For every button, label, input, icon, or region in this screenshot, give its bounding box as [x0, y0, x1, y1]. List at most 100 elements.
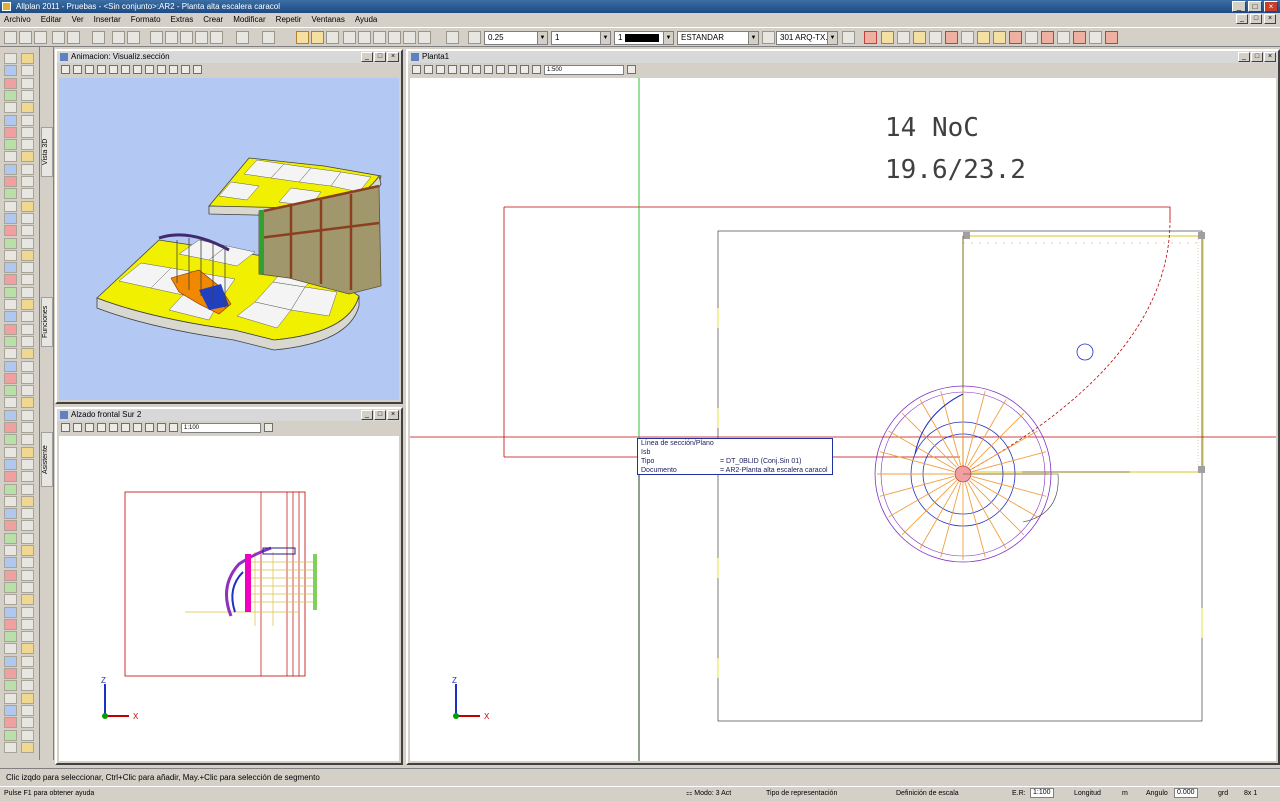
measure-icon[interactable]: [358, 31, 371, 44]
erase-tool-icon[interactable]: [4, 335, 17, 347]
undo-icon[interactable]: [236, 31, 249, 44]
rotate-view-icon[interactable]: [145, 423, 154, 432]
close-button[interactable]: ×: [1264, 1, 1278, 12]
panel-minimize-button[interactable]: _: [1238, 52, 1250, 62]
line-tool-icon[interactable]: [21, 53, 34, 64]
zoom-window-icon[interactable]: [424, 65, 433, 74]
elevation-zoom-select[interactable]: 1:100: [181, 422, 261, 433]
rotate-tool-icon[interactable]: [4, 532, 17, 544]
stair-tool-icon[interactable]: [21, 249, 34, 261]
scale-tool-icon[interactable]: [4, 139, 17, 151]
measure-tool-icon[interactable]: [4, 323, 17, 335]
undo-tool-icon[interactable]: [21, 335, 34, 347]
hatch-tool-icon[interactable]: [21, 151, 34, 163]
column-tool-icon[interactable]: [4, 618, 17, 630]
hatch-tool-icon[interactable]: [21, 557, 34, 569]
area-tool-icon[interactable]: [4, 680, 17, 692]
select-tool-icon[interactable]: [4, 53, 17, 64]
quantity-tool-icon[interactable]: [4, 434, 17, 446]
cut-icon[interactable]: [150, 31, 163, 44]
previous-view-icon[interactable]: [121, 423, 130, 432]
help-tool-icon[interactable]: [21, 446, 34, 458]
previous-view-icon[interactable]: [121, 65, 130, 74]
door-tool-icon[interactable]: [4, 631, 17, 643]
slab-tool-icon[interactable]: [21, 237, 34, 249]
light-tool-icon[interactable]: [21, 372, 34, 384]
plan-viewport[interactable]: 14 NoC 19.6/23.2: [410, 78, 1276, 761]
zoom-all-icon[interactable]: [412, 65, 421, 74]
menu-formato[interactable]: Formato: [131, 15, 161, 24]
status-scale-value[interactable]: 1:100: [1030, 787, 1054, 801]
status-mode[interactable]: ⚏ Modo: 3 Act: [686, 787, 731, 801]
layer-tool-icon[interactable]: [4, 704, 17, 716]
filter-tool-icon[interactable]: [21, 299, 34, 310]
report-tool-icon[interactable]: [21, 422, 34, 433]
fillet-tool-icon[interactable]: [21, 139, 34, 151]
next-view-icon[interactable]: [133, 423, 142, 432]
status-angle-unit[interactable]: grd: [1218, 787, 1228, 801]
view-tool-icon[interactable]: [21, 692, 34, 704]
offset-tool-icon[interactable]: [21, 89, 34, 101]
light-icon[interactable]: [532, 65, 541, 74]
menu-ventanas[interactable]: Ventanas: [311, 15, 344, 24]
text-icon[interactable]: [388, 31, 401, 44]
zoom-out-icon[interactable]: [97, 65, 106, 74]
quantity-icon[interactable]: [1089, 31, 1102, 44]
render-icon[interactable]: [169, 65, 178, 74]
chamfer-tool-icon[interactable]: [4, 557, 17, 569]
stair-icon[interactable]: [977, 31, 990, 44]
label-tool-icon[interactable]: [4, 594, 17, 606]
macro-tool-icon[interactable]: [4, 200, 17, 212]
pattern-tool-icon[interactable]: [21, 569, 34, 581]
beam-tool-icon[interactable]: [21, 618, 34, 630]
help-icon[interactable]: [446, 31, 459, 44]
room-tool-icon[interactable]: [21, 262, 34, 274]
door-tool-icon[interactable]: [4, 225, 17, 237]
settings-tool-icon[interactable]: [4, 446, 17, 458]
circle-tool-icon[interactable]: [4, 77, 17, 89]
room-icon[interactable]: [961, 31, 974, 44]
undo-tool-icon[interactable]: [21, 741, 34, 753]
roof-icon[interactable]: [945, 31, 958, 44]
fillet-tool-icon[interactable]: [21, 545, 34, 556]
print-tool-icon[interactable]: [21, 409, 34, 421]
panel-minimize-button[interactable]: _: [361, 52, 373, 62]
draw-hatch-icon[interactable]: [326, 31, 339, 44]
layer-properties-icon[interactable]: [762, 31, 775, 44]
stair-tool-icon[interactable]: [21, 655, 34, 667]
delete-icon[interactable]: [210, 31, 223, 44]
maximize-button[interactable]: □: [1248, 1, 1262, 12]
window-icon[interactable]: [897, 31, 910, 44]
layer-settings-icon[interactable]: [842, 31, 855, 44]
orbit-tool-icon[interactable]: [21, 360, 34, 372]
circle-tool-icon[interactable]: [4, 483, 17, 495]
beam-tool-icon[interactable]: [21, 212, 34, 224]
save-icon[interactable]: [34, 31, 47, 44]
view-settings-icon[interactable]: [627, 65, 636, 74]
render-tool-icon[interactable]: [4, 372, 17, 384]
measure-tool-icon[interactable]: [4, 729, 17, 741]
material-tool-icon[interactable]: [21, 385, 34, 397]
pan-tool-icon[interactable]: [4, 360, 17, 372]
new-file-icon[interactable]: [4, 31, 17, 44]
view-settings-icon[interactable]: [264, 423, 273, 432]
grid-tool-icon[interactable]: [21, 311, 34, 323]
spline-tool-icon[interactable]: [4, 495, 17, 507]
slab-icon[interactable]: [929, 31, 942, 44]
menu-ver[interactable]: Ver: [72, 15, 84, 24]
status-scale-definition[interactable]: Definición de escala: [896, 787, 959, 801]
draw-stairs-icon[interactable]: [311, 31, 324, 44]
info-tool-icon[interactable]: [21, 729, 34, 741]
zoom-in-icon[interactable]: [85, 65, 94, 74]
erase-tool-icon[interactable]: [4, 741, 17, 753]
polyline-tool-icon[interactable]: [4, 471, 17, 483]
properties-icon[interactable]: [127, 31, 140, 44]
fill-tool-icon[interactable]: [4, 569, 17, 581]
railing-tool-icon[interactable]: [4, 668, 17, 679]
line-type-select[interactable]: 1 ▼: [551, 31, 611, 45]
roof-tool-icon[interactable]: [4, 655, 17, 667]
smart-symbol-icon[interactable]: [1041, 31, 1054, 44]
camera-tool-icon[interactable]: [4, 385, 17, 397]
copy-format-icon[interactable]: [195, 31, 208, 44]
label-tool-icon[interactable]: [4, 188, 17, 200]
